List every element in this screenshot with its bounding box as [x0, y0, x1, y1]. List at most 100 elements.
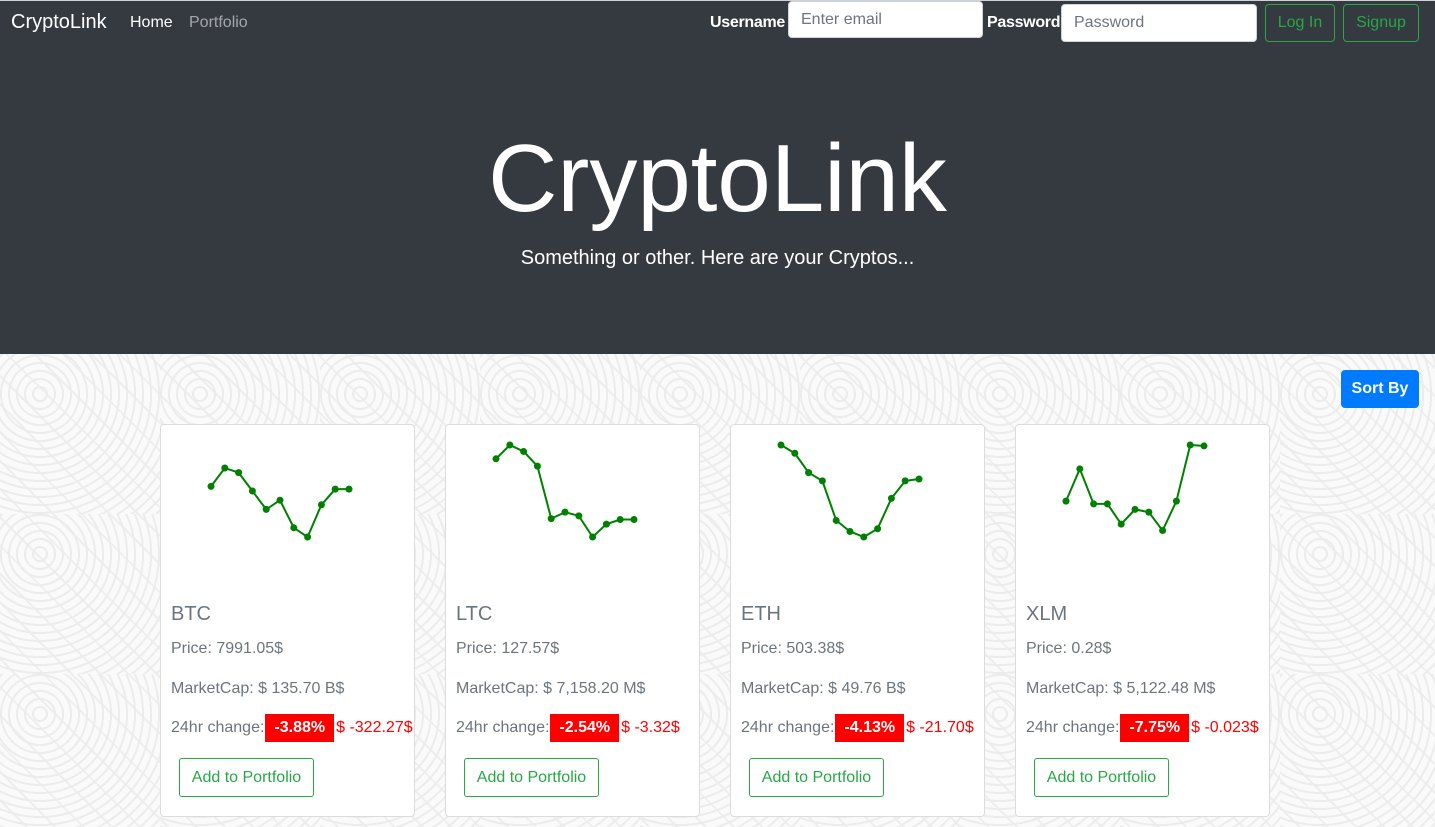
navbar: CryptoLink Home Portfolio Username Passw… — [0, 0, 1435, 44]
sparkline-point — [874, 525, 882, 533]
signup-button[interactable]: Signup — [1343, 4, 1419, 42]
login-button[interactable]: Log In — [1265, 4, 1335, 42]
card-price: Price: 0.28$ — [1026, 640, 1112, 657]
sparkline-path — [1065, 443, 1205, 533]
change-amount: $ -322.27$ — [336, 719, 413, 736]
sparkline-point — [616, 516, 624, 524]
sparkline-point — [1145, 508, 1153, 516]
change-percent-badge: -2.54% — [550, 714, 620, 742]
sparkline-chart — [777, 441, 923, 541]
change-label: 24hr change: — [1026, 719, 1120, 736]
sparkline-point — [262, 505, 270, 513]
sparkline-point — [901, 477, 909, 485]
change-amount: $ -21.70$ — [906, 719, 974, 736]
sparkline-point — [1172, 497, 1180, 505]
sparkline-chart — [492, 441, 638, 541]
sparkline-point — [791, 449, 799, 457]
username-label: Username — [710, 14, 785, 31]
card-market-cap: MarketCap: $ 49.76 B$ — [741, 680, 906, 697]
sparkline-point — [777, 441, 785, 449]
card-change-row: 24hr change: -7.75% $ -0.023$ — [1026, 714, 1259, 742]
change-percent-badge: -7.75% — [1120, 714, 1190, 742]
sparkline-point — [1062, 497, 1070, 505]
sparkline-point — [832, 516, 840, 524]
card-symbol: BTC — [171, 603, 211, 625]
sparkline-chart — [1062, 441, 1208, 535]
card-price: Price: 127.57$ — [456, 640, 560, 657]
sparkline-point — [1103, 500, 1111, 508]
sparkline-point — [1200, 442, 1208, 450]
add-to-portfolio-button[interactable]: Add to Portfolio — [749, 758, 884, 797]
change-label: 24hr change: — [171, 719, 265, 736]
sparkline-point — [915, 475, 923, 483]
sparkline-point — [520, 447, 528, 455]
sparkline-point — [1090, 500, 1098, 508]
sparkline-point — [547, 515, 555, 523]
sparkline-point — [1131, 505, 1139, 513]
sparkline-point — [630, 516, 638, 524]
brand-logo[interactable]: CryptoLink — [11, 11, 107, 34]
hero-banner: CryptoLink Something or other. Here are … — [0, 44, 1435, 354]
card-symbol: LTC — [456, 603, 493, 625]
hero-subtitle: Something or other. Here are your Crypto… — [520, 247, 915, 269]
sparkline-point — [317, 501, 325, 509]
crypto-card-ltc: LTC Price: 127.57$ MarketCap: $ 7,158.20… — [445, 424, 700, 817]
add-to-portfolio-button[interactable]: Add to Portfolio — [1034, 758, 1169, 797]
crypto-card-eth: ETH Price: 503.38$ MarketCap: $ 49.76 B$… — [730, 424, 985, 817]
sparkline-point — [533, 462, 541, 470]
sort-by-button[interactable]: Sort By — [1341, 370, 1419, 408]
sparkline-path — [780, 444, 920, 539]
card-symbol: ETH — [741, 603, 781, 625]
change-label: 24hr change: — [456, 719, 550, 736]
hero-title: CryptoLink — [488, 125, 947, 232]
sparkline-point — [805, 469, 813, 477]
change-percent-badge: -3.88% — [265, 714, 335, 742]
sparkline-point — [221, 464, 229, 472]
change-label: 24hr change: — [741, 719, 835, 736]
sparkline-point — [846, 527, 854, 535]
sparkline-point — [290, 524, 298, 532]
crypto-card-xlm: XLM Price: 0.28$ MarketCap: $ 5,122.48 M… — [1015, 424, 1270, 817]
sparkline-point — [235, 469, 243, 477]
card-market-cap: MarketCap: $ 135.70 B$ — [171, 680, 345, 697]
sparkline-point — [345, 485, 353, 493]
sparkline-chart — [207, 464, 353, 541]
nav-link-home[interactable]: Home — [130, 14, 173, 32]
sparkline-point — [860, 533, 868, 541]
sparkline-point — [602, 520, 610, 528]
sparkline-path — [495, 443, 634, 539]
add-to-portfolio-button[interactable]: Add to Portfolio — [179, 758, 314, 797]
add-to-portfolio-button[interactable]: Add to Portfolio — [464, 758, 599, 797]
change-amount: $ -0.023$ — [1191, 719, 1259, 736]
sparkline-point — [887, 494, 895, 502]
sparkline-point — [818, 477, 826, 485]
crypto-card-btc: BTC Price: 7991.05$ MarketCap: $ 135.70 … — [160, 424, 415, 817]
password-label: Password — [987, 14, 1061, 31]
card-price: Price: 503.38$ — [741, 640, 845, 657]
email-input[interactable] — [788, 1, 983, 38]
card-change-row: 24hr change: -4.13% $ -21.70$ — [741, 714, 974, 742]
change-amount: $ -3.32$ — [621, 719, 680, 736]
sparkline-point — [506, 441, 514, 449]
card-market-cap: MarketCap: $ 7,158.20 M$ — [456, 680, 646, 697]
card-change-row: 24hr change: -3.88% $ -322.27$ — [171, 714, 413, 742]
sparkline-point — [575, 512, 583, 520]
sparkline-point — [561, 508, 569, 516]
sparkline-point — [276, 496, 284, 504]
sparkline-point — [492, 455, 500, 463]
sparkline-point — [304, 533, 312, 541]
sparkline-point — [589, 533, 597, 541]
sparkline-point — [331, 485, 339, 493]
nav-link-portfolio[interactable]: Portfolio — [189, 14, 248, 32]
card-market-cap: MarketCap: $ 5,122.48 M$ — [1026, 680, 1216, 697]
sparkline-point — [207, 482, 215, 490]
card-price: Price: 7991.05$ — [171, 640, 284, 657]
sparkline-point — [248, 487, 256, 495]
card-change-row: 24hr change: -2.54% $ -3.32$ — [456, 714, 680, 742]
password-input[interactable] — [1061, 4, 1257, 42]
sparkline-point — [1076, 465, 1084, 473]
sparkline-point — [1117, 520, 1125, 528]
card-symbol: XLM — [1026, 603, 1068, 625]
sparkline-point — [1159, 527, 1167, 535]
change-percent-badge: -4.13% — [835, 714, 905, 742]
